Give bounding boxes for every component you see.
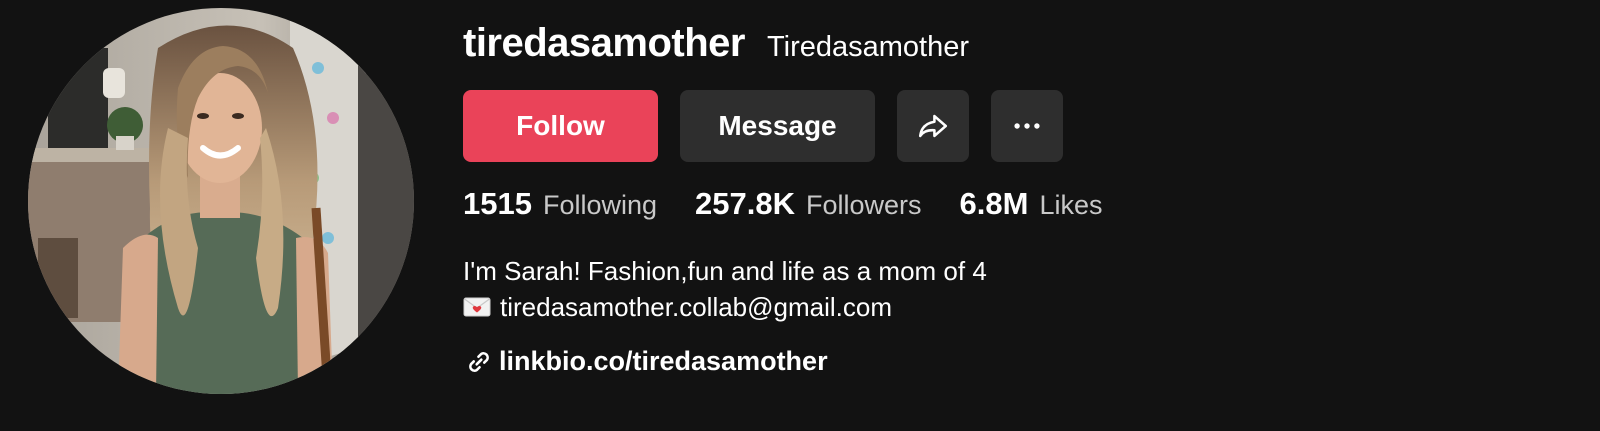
- bio-line-2: tiredasamother.collab@gmail.com: [463, 289, 987, 325]
- message-button[interactable]: Message: [680, 90, 875, 162]
- username: tiredasamother: [463, 21, 745, 65]
- stat-likes: 6.8M Likes: [960, 186, 1103, 222]
- stat-following[interactable]: 1515 Following: [463, 186, 657, 222]
- name-row: tiredasamother Tiredasamother: [463, 20, 969, 66]
- profile-link[interactable]: linkbio.co/tiredasamother: [465, 346, 828, 377]
- following-label: Following: [542, 190, 658, 220]
- share-button[interactable]: [897, 90, 969, 162]
- share-arrow-icon: [918, 114, 948, 138]
- love-letter-emoji-icon: [463, 297, 491, 317]
- likes-count: 6.8M: [959, 186, 1029, 221]
- followers-count: 257.8K: [695, 186, 795, 221]
- avatar[interactable]: [28, 8, 414, 394]
- display-name: Tiredasamother: [766, 31, 969, 63]
- more-button[interactable]: [991, 90, 1063, 162]
- profile-stats: 1515 Following 257.8K Followers 6.8M Lik…: [463, 186, 1140, 222]
- followers-label: Followers: [806, 190, 922, 220]
- link-icon: [469, 351, 489, 372]
- following-count: 1515: [463, 186, 532, 221]
- stat-followers[interactable]: 257.8K Followers: [695, 186, 922, 222]
- profile-header: tiredasamother Tiredasamother Follow Mes…: [0, 0, 1600, 431]
- link-text[interactable]: linkbio.co/tiredasamother: [499, 346, 828, 377]
- likes-label: Likes: [1039, 190, 1103, 220]
- bio-line-1: I'm Sarah! Fashion,fun and life as a mom…: [463, 256, 987, 286]
- action-buttons: Follow Message: [463, 90, 1063, 162]
- more-dots-icon: [1014, 123, 1040, 129]
- avatar-image: [28, 8, 414, 394]
- bio: I'm Sarah! Fashion,fun and life as a mom…: [463, 253, 987, 325]
- follow-button[interactable]: Follow: [463, 90, 658, 162]
- bio-email: tiredasamother.collab@gmail.com: [500, 292, 893, 322]
